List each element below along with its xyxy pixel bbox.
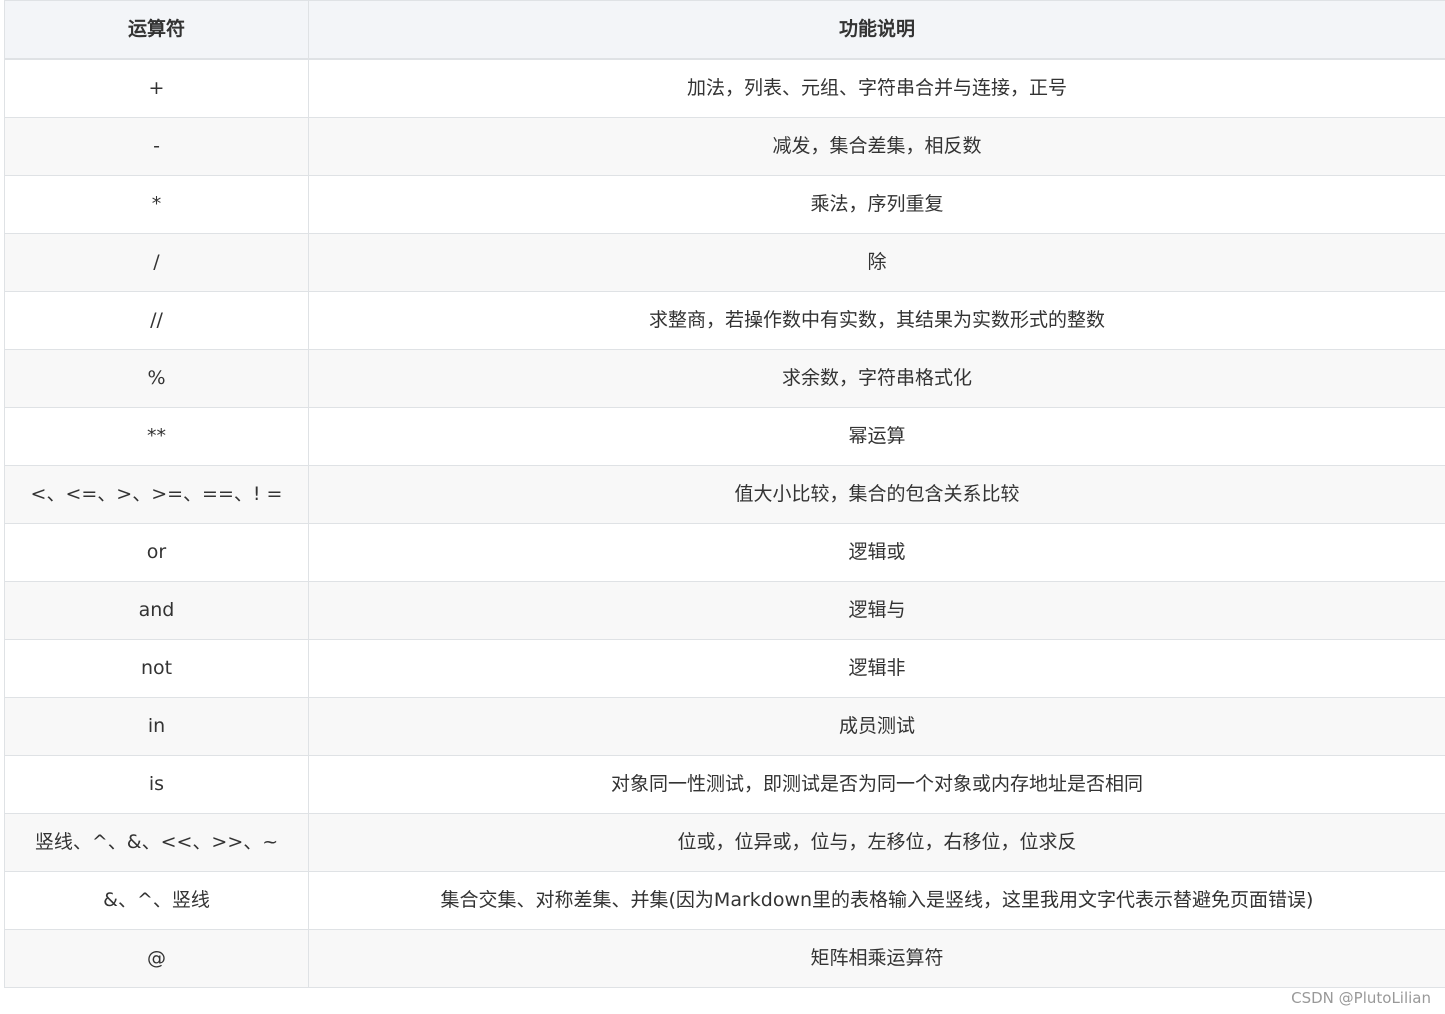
header-description: 功能说明 — [308, 0, 1445, 60]
operator-table-container: 运算符 功能说明 + 加法，列表、元组、字符串合并与连接，正号 - 减发，集合差… — [4, 0, 1445, 988]
table-row: % 求余数，字符串格式化 — [4, 349, 1445, 408]
table-row: ** 幂运算 — [4, 407, 1445, 466]
table-row: in 成员测试 — [4, 697, 1445, 756]
description-cell: 乘法，序列重复 — [308, 175, 1445, 234]
operator-cell: or — [4, 523, 309, 582]
description-cell: 逻辑非 — [308, 639, 1445, 698]
description-cell: 幂运算 — [308, 407, 1445, 466]
operator-table: 运算符 功能说明 + 加法，列表、元组、字符串合并与连接，正号 - 减发，集合差… — [4, 0, 1445, 988]
operator-cell: and — [4, 581, 309, 640]
operator-cell: 竖线、^、&、<<、>>、~ — [4, 813, 309, 872]
operator-cell: is — [4, 755, 309, 814]
operator-cell: @ — [4, 929, 309, 988]
operator-cell: / — [4, 233, 309, 292]
description-cell: 值大小比较，集合的包含关系比较 — [308, 465, 1445, 524]
description-cell: 求余数，字符串格式化 — [308, 349, 1445, 408]
table-row: + 加法，列表、元组、字符串合并与连接，正号 — [4, 58, 1445, 118]
description-cell: 位或，位异或，位与，左移位，右移位，位求反 — [308, 813, 1445, 872]
table-row: * 乘法，序列重复 — [4, 175, 1445, 234]
table-row: - 减发，集合差集，相反数 — [4, 117, 1445, 176]
operator-cell: &、^、竖线 — [4, 871, 309, 930]
header-operator: 运算符 — [4, 0, 309, 60]
table-body: + 加法，列表、元组、字符串合并与连接，正号 - 减发，集合差集，相反数 * 乘… — [4, 58, 1445, 988]
table-row: / 除 — [4, 233, 1445, 292]
description-cell: 对象同一性测试，即测试是否为同一个对象或内存地址是否相同 — [308, 755, 1445, 814]
operator-cell: in — [4, 697, 309, 756]
header-row: 运算符 功能说明 — [4, 0, 1445, 60]
table-row: <、<=、>、>=、==、! = 值大小比较，集合的包含关系比较 — [4, 465, 1445, 524]
table-row: is 对象同一性测试，即测试是否为同一个对象或内存地址是否相同 — [4, 755, 1445, 814]
operator-cell: <、<=、>、>=、==、! = — [4, 465, 309, 524]
description-cell: 集合交集、对称差集、并集(因为Markdown里的表格输入是竖线，这里我用文字代… — [308, 871, 1445, 930]
description-cell: 加法，列表、元组、字符串合并与连接，正号 — [308, 58, 1445, 118]
table-row: or 逻辑或 — [4, 523, 1445, 582]
table-row: not 逻辑非 — [4, 639, 1445, 698]
table-row: and 逻辑与 — [4, 581, 1445, 640]
csdn-watermark: CSDN @PlutoLilian — [1291, 989, 1431, 1007]
description-cell: 逻辑或 — [308, 523, 1445, 582]
operator-cell: % — [4, 349, 309, 408]
description-cell: 求整商，若操作数中有实数，其结果为实数形式的整数 — [308, 291, 1445, 350]
table-row: // 求整商，若操作数中有实数，其结果为实数形式的整数 — [4, 291, 1445, 350]
table-row: &、^、竖线 集合交集、对称差集、并集(因为Markdown里的表格输入是竖线，… — [4, 871, 1445, 930]
description-cell: 成员测试 — [308, 697, 1445, 756]
description-cell: 矩阵相乘运算符 — [308, 929, 1445, 988]
description-cell: 逻辑与 — [308, 581, 1445, 640]
operator-cell: not — [4, 639, 309, 698]
operator-cell: + — [4, 58, 309, 118]
operator-cell: // — [4, 291, 309, 350]
description-cell: 减发，集合差集，相反数 — [308, 117, 1445, 176]
operator-cell: ** — [4, 407, 309, 466]
operator-cell: - — [4, 117, 309, 176]
table-row: @ 矩阵相乘运算符 — [4, 929, 1445, 988]
description-cell: 除 — [308, 233, 1445, 292]
operator-cell: * — [4, 175, 309, 234]
table-row: 竖线、^、&、<<、>>、~ 位或，位异或，位与，左移位，右移位，位求反 — [4, 813, 1445, 872]
table-header: 运算符 功能说明 — [4, 0, 1445, 60]
